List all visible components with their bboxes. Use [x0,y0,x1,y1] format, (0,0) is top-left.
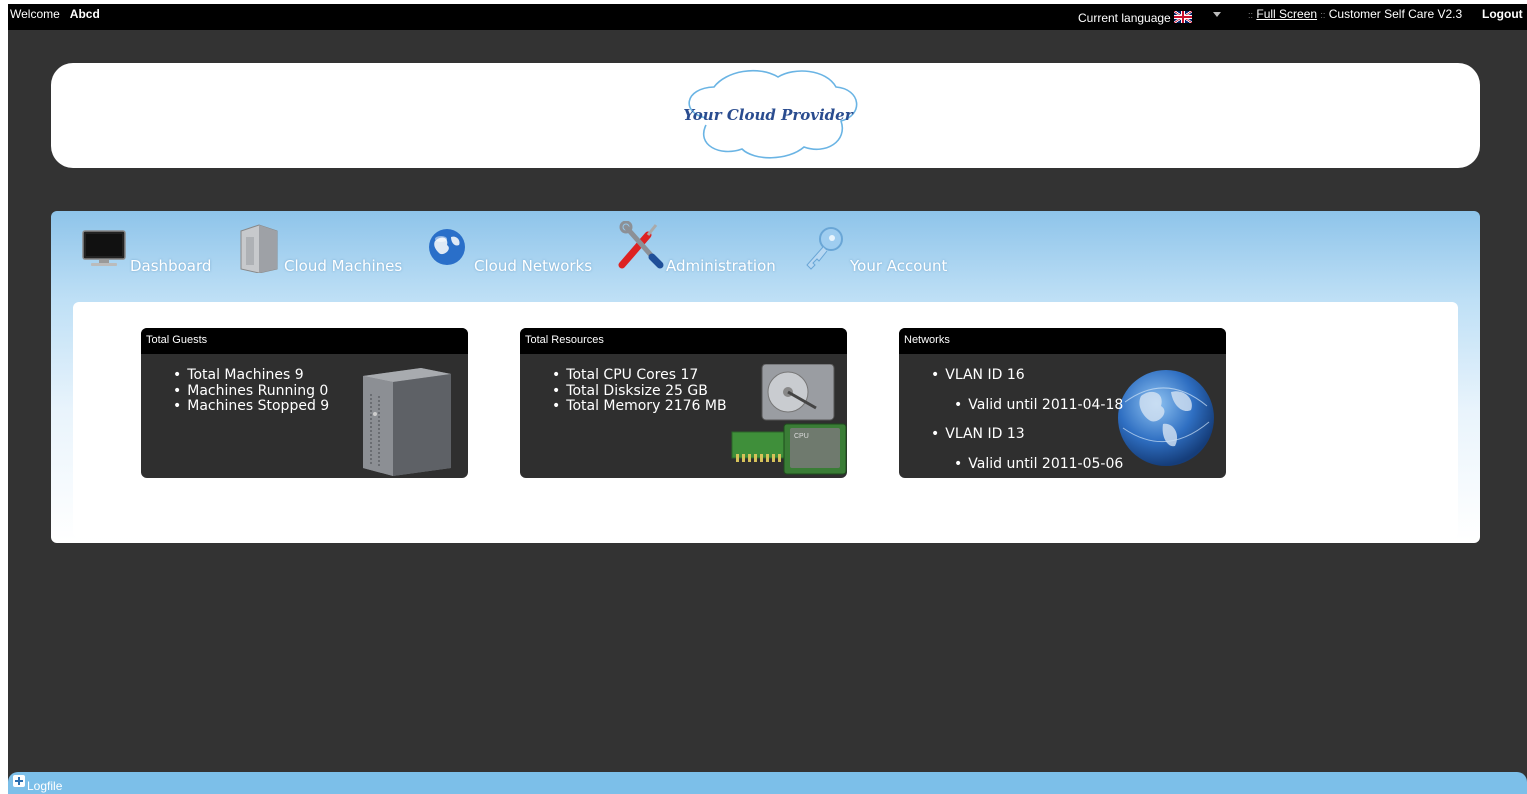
cpu-label: CPU [794,433,809,440]
server-icon [240,224,278,273]
list-item: Total Machines 9 [173,367,468,384]
list-item: Machines Running 0 [173,383,468,400]
window-frame-left [0,0,8,794]
nav-item-cloud-machines[interactable]: Cloud Machines [237,224,407,275]
welcome-label: Welcome [10,7,60,21]
globe-icon [429,229,465,265]
nav-item-dashboard[interactable]: Dashboard [81,225,221,275]
networks-list: VLAN ID 16 Valid until 2011-04-18 VLAN I… [931,367,1226,473]
nav-item-administration[interactable]: Administration [618,221,788,275]
language-label: Current language [1078,11,1171,25]
widget-networks: Networks VLAN ID 16 Valid until 2011-04-… [899,328,1226,478]
list-item: Valid until 2011-04-18 [954,397,1226,414]
widget-title: Total Resources [520,328,847,354]
welcome-text: Welcome Abcd [10,7,100,21]
header-panel: Your Cloud Provider [51,63,1480,168]
fullscreen-area: :: Full Screen :: Customer Self Care V2.… [1248,7,1462,21]
nav-item-cloud-networks[interactable]: Cloud Networks [427,225,602,275]
guests-list: Total Machines 9 Machines Running 0 Mach… [173,367,468,415]
widget-total-guests: Total Guests Total Machines 9 Machines R… [141,328,468,478]
list-item: Total Memory 2176 MB [552,398,847,415]
nav-label-cloud-networks: Cloud Networks [474,257,593,275]
widget-title: Total Guests [141,328,468,354]
logout-button[interactable]: Logout [1482,7,1523,21]
main-nav: Dashboard Cloud Machines Cloud Networks [51,211,1480,301]
list-item: Total CPU Cores 17 [552,367,847,384]
nav-item-your-account[interactable]: Your Account [801,225,961,275]
nav-label-dashboard: Dashboard [130,257,212,275]
expand-plus-icon[interactable] [13,775,25,787]
chevron-down-icon[interactable] [1213,12,1221,17]
monitor-icon [82,230,126,266]
nav-label-cloud-machines: Cloud Machines [284,257,403,275]
list-item: Machines Stopped 9 [173,398,468,415]
logfile-toggle[interactable]: Logfile [27,779,62,793]
cloud-logo: Your Cloud Provider [683,69,858,159]
language-selector[interactable]: Current language [1078,11,1193,25]
logo-text: Your Cloud Provider [683,106,853,124]
tools-icon [618,221,664,269]
separator: :: [1248,10,1254,20]
nav-label-your-account: Your Account [850,257,948,275]
app-version: Customer Self Care V2.3 [1328,7,1463,21]
list-item: VLAN ID 16 [931,367,1226,384]
fullscreen-link[interactable]: Full Screen [1256,7,1317,21]
key-icon [806,227,843,270]
separator: :: [1320,10,1326,20]
resources-list: Total CPU Cores 17 Total Disksize 25 GB … [552,367,847,415]
list-item: Total Disksize 25 GB [552,383,847,400]
username: Abcd [69,7,100,21]
list-item: Valid until 2011-05-06 [954,456,1226,473]
dashboard-content: Total Guests Total Machines 9 Machines R… [73,302,1458,538]
widget-total-resources: Total Resources Total CPU Cores 17 Total… [520,328,847,478]
list-item: VLAN ID 13 [931,426,1226,443]
widget-title: Networks [899,328,1226,354]
uk-flag-icon[interactable] [1174,11,1193,23]
main-panel: Dashboard Cloud Machines Cloud Networks [51,211,1480,543]
nav-label-administration: Administration [666,257,776,275]
top-bar: Welcome Abcd Current language :: Full Scr… [8,4,1527,30]
logfile-bar: Logfile [8,772,1527,794]
